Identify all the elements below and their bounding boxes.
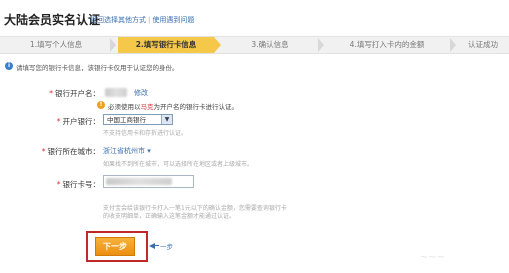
card-number-blurred <box>106 178 172 185</box>
caret-down-icon: ▾ <box>145 147 151 155</box>
faq-link[interactable]: 使用遇到问题 <box>152 16 194 24</box>
account-name-value-blurred <box>105 88 127 97</box>
warning-icon: ! <box>97 101 105 109</box>
header-links: 返回选择其他方式 | 使用遇到问题 <box>90 15 194 25</box>
city-label: * 银行所在城市： <box>41 147 100 156</box>
chevron-down-icon: ▼ <box>161 115 172 124</box>
city-hint: 如果找不到所在城市，可以选择所在地区或者上级城市。 <box>103 161 254 168</box>
step-5: 认证成功 <box>468 40 498 49</box>
card-number-label: * 银行卡号： <box>56 180 100 189</box>
city-selected-value: 浙江省杭州市 <box>103 147 145 155</box>
bank-select[interactable]: 中国工商银行 ▼ <box>103 114 173 125</box>
return-other-methods-link[interactable]: 返回选择其他方式 <box>90 16 146 24</box>
active-step-arrow-icon <box>214 37 221 53</box>
step-3: 3.确认信息 <box>251 40 289 49</box>
arrow-left-icon <box>149 243 155 249</box>
link-separator: | <box>148 16 151 24</box>
step-1: 1.填写个人信息 <box>29 40 83 49</box>
step-2-active: 2.填写银行卡信息 <box>118 37 214 53</box>
card-hint-line2: 的收支明细单，正确输入这笔金额才能通过认证。 <box>103 213 236 220</box>
step-divider-icon <box>318 38 324 52</box>
card-number-input[interactable] <box>103 175 194 188</box>
annotation-arrow-line <box>154 245 159 246</box>
annotation-label: 一步 <box>160 243 173 251</box>
info-icon: i <box>5 62 13 70</box>
step-divider-icon <box>110 38 116 52</box>
page-title: 大陆会员实名认证 <box>4 13 101 27</box>
bank-selected-value: 中国工商银行 <box>107 116 146 124</box>
account-name-warning: 必须使用以马克为开户名的银行卡进行认证。 <box>108 103 238 111</box>
watermark: ~~~ <box>420 252 446 263</box>
bank-label: * 开户银行： <box>56 117 100 126</box>
modify-name-link[interactable]: 修改 <box>134 88 148 98</box>
account-name-label: * 银行开户名： <box>49 89 100 98</box>
next-step-button[interactable]: 下一步 <box>95 237 135 256</box>
step-divider-icon <box>450 38 456 52</box>
progress-steps: 1.填写个人信息 2.填写银行卡信息 3.确认信息 4.填写打入卡内的金额 认证… <box>0 36 509 54</box>
city-select[interactable]: 浙江省杭州市 ▾ <box>103 146 151 156</box>
notice-text: 请填写您的银行卡信息，该银行卡仅用于认证您的身份。 <box>16 64 179 72</box>
step-4: 4.填写打入卡内的金额 <box>349 40 425 49</box>
bank-hint: 不支持信用卡和存折进行认证。 <box>103 130 188 137</box>
